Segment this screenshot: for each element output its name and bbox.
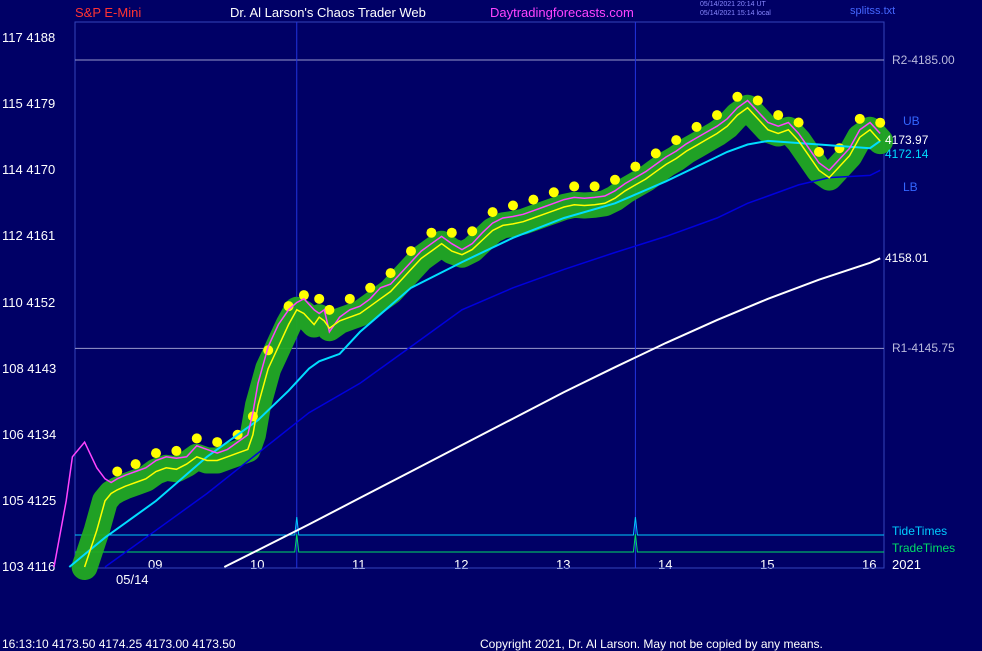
highlight-dot (650, 148, 661, 159)
highlight-dot (793, 117, 804, 128)
highlight-dot (671, 135, 682, 146)
level-label-r2: R2-4185.00 (892, 53, 955, 67)
highlight-dot (589, 181, 600, 192)
highlight-dot (365, 282, 376, 293)
highlight-dot (212, 437, 223, 448)
highlight-dot (344, 293, 355, 304)
timing-line-1 (75, 533, 884, 553)
highlight-dot (834, 143, 845, 154)
plot-frame (74, 21, 885, 569)
price-line (83, 106, 881, 568)
highlight-dot (426, 227, 437, 238)
highlight-dot (406, 246, 416, 257)
tide-times-label: TideTimes (892, 524, 948, 538)
highlight-dot (712, 110, 722, 121)
highlight-dot (875, 117, 886, 128)
quote-line: 16:13:10 4173.50 4174.25 4173.00 4173.50 (2, 637, 236, 651)
timing-line-0 (75, 516, 884, 536)
highlight-dot (610, 174, 620, 185)
highlight-dot (446, 227, 457, 238)
highlight-dot (854, 113, 865, 124)
highlight-dot (569, 181, 580, 192)
highlight-dot (130, 459, 141, 470)
highlight-dot (171, 445, 182, 456)
highlight-band (71, 94, 894, 580)
highlight-dot (528, 194, 539, 205)
highlight-dot (385, 268, 396, 279)
lower-band-label: LB (903, 180, 918, 194)
copyright: Copyright 2021, Dr. Al Larson. May not b… (480, 637, 823, 651)
highlight-dot (814, 146, 824, 157)
average-1-line (68, 139, 881, 568)
highlight-dot (151, 448, 161, 459)
highlight-dot (752, 95, 763, 106)
trade-times-label: TradeTimes (892, 541, 956, 555)
short-average-line (53, 99, 881, 568)
level-label-r1: R1-4145.75 (892, 341, 955, 355)
highlight-dot (548, 187, 559, 198)
highlight-dot (773, 110, 784, 121)
highlight-dot (112, 466, 123, 477)
highlight-dot (314, 293, 325, 304)
upper-band-label: UB (903, 114, 920, 128)
highlight-dot (324, 304, 335, 315)
highlight-dot (691, 121, 702, 132)
highlight-dot (630, 161, 641, 172)
highlight-dot (487, 207, 498, 218)
last-white-label: 4158.01 (885, 251, 929, 265)
white-line (223, 257, 881, 568)
highlight-dot (508, 200, 518, 211)
last-price-label: 4173.97 (885, 133, 929, 147)
last-average-label: 4172.14 (885, 147, 929, 161)
highlight-dot (191, 433, 202, 444)
highlight-dot (732, 91, 743, 102)
highlight-dot (467, 226, 478, 237)
chart-plot (53, 21, 894, 580)
